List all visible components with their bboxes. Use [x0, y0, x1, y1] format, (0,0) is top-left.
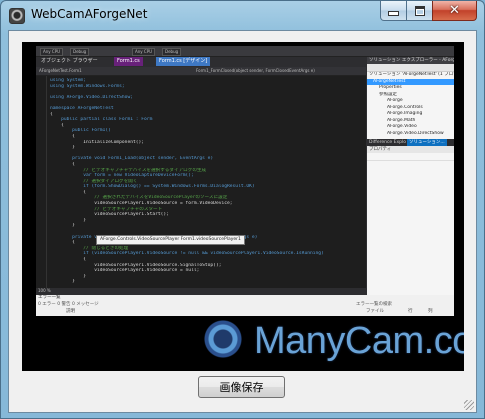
error-list-title: エラー一覧 [38, 295, 61, 300]
maximize-icon [414, 5, 425, 16]
manycam-logo-icon [196, 314, 250, 364]
video-source-player: Any CPU Debug Any CPU Debug オブジェクト ブラウザー… [22, 42, 464, 371]
ide-tooltip: AForge.Controls.VideoSourcePlayer Form1.… [96, 235, 245, 245]
ide-tab: Form1.cs [デザイン] [156, 57, 211, 66]
solution-explorer-toolbar [367, 64, 454, 72]
ide-tabs: オブジェクト ブラウザー Form1.cs Form1.cs [デザイン] [36, 57, 366, 67]
ide-zoom-level: 100 % [38, 288, 51, 293]
captured-ide-screen: Any CPU Debug Any CPU Debug オブジェクト ブラウザー… [36, 46, 454, 316]
solution-explorer-tree: ソリューション 'AForgeNetTest' (1 プロジェクト) AForge… [367, 72, 454, 137]
watermark-text: ManyCam.com [254, 320, 464, 362]
ide-toolbar: Any CPU Debug Any CPU Debug [36, 46, 454, 57]
error-list-search: エラー一覧の検索 [356, 302, 392, 307]
manycam-watermark: ManyCam.com [196, 314, 464, 366]
sx-tab: ソリューション... [407, 139, 447, 146]
client-area: Any CPU Debug Any CPU Debug オブジェクト ブラウザー… [8, 30, 477, 413]
ide-code-editor: using System; using System.Windows.Forms;… [36, 76, 366, 288]
properties-toolbar [367, 153, 454, 161]
ide-tab: Form1.cs [114, 57, 143, 66]
ide-tab: オブジェクト ブラウザー [41, 58, 98, 64]
minimize-icon [388, 11, 399, 16]
resize-grip[interactable] [464, 400, 474, 410]
maximize-button[interactable] [406, 1, 433, 21]
solution-explorer-item: AForge.Video.DirectShow [387, 130, 444, 136]
app-window: WebCamAForgeNet ✕ Any CPU Debug Any CPU … [0, 0, 485, 419]
solution-explorer-title: ソリューション エクスプローラー - AForgeNetTest [367, 57, 454, 64]
ide-solution-explorer: ソリューション エクスプローラー - AForgeNetTest ソリューション… [367, 57, 454, 295]
close-button[interactable]: ✕ [432, 1, 477, 21]
error-list-filters: 0 エラー 0 警告 0 メッセージ [38, 302, 99, 307]
ide-code: using System; using System.Windows.Forms;… [50, 78, 366, 288]
error-list-column: 説明 [66, 309, 75, 314]
ide-class-combo: AForgeNetTest.Form1 [39, 68, 82, 73]
code-line: if (videoSourcePlayer1.VideoSource != nu… [50, 251, 324, 257]
solution-explorer-item: ソリューション 'AForgeNetTest' (1 プロジェクト) [369, 72, 454, 77]
ide-error-list: エラー一覧 0 エラー 0 警告 0 メッセージ エラー一覧の検索 説明 ファイ… [36, 295, 454, 316]
close-icon: ✕ [449, 3, 460, 18]
window-title: WebCamAForgeNet [31, 7, 148, 21]
ide-toolbar-item: Debug [70, 48, 90, 56]
ide-toolbar-item: Any CPU [40, 48, 64, 56]
ide-navigation-bar: AForgeNetTest.Form1 Form1_FormClosed(obj… [36, 67, 366, 76]
ide-toolbar-item: Debug [162, 48, 182, 56]
ide-member-combo: Form1_FormClosed(object sender, FormClos… [196, 68, 315, 73]
sx-tab: Difference Explo [369, 140, 406, 145]
save-image-button[interactable]: 画像保存 [198, 376, 285, 398]
ide-zoom-bar: 100 % [36, 288, 366, 294]
solution-explorer-tabs: Difference Explo ソリューション... [367, 139, 454, 146]
minimize-button[interactable] [380, 1, 407, 21]
ide-gutter [36, 76, 47, 288]
title-bar[interactable]: WebCamAForgeNet ✕ [1, 1, 484, 29]
properties-title: プロパティ [367, 146, 454, 153]
webcam-app-icon [9, 8, 25, 24]
ide-toolbar-item: Any CPU [132, 48, 156, 56]
